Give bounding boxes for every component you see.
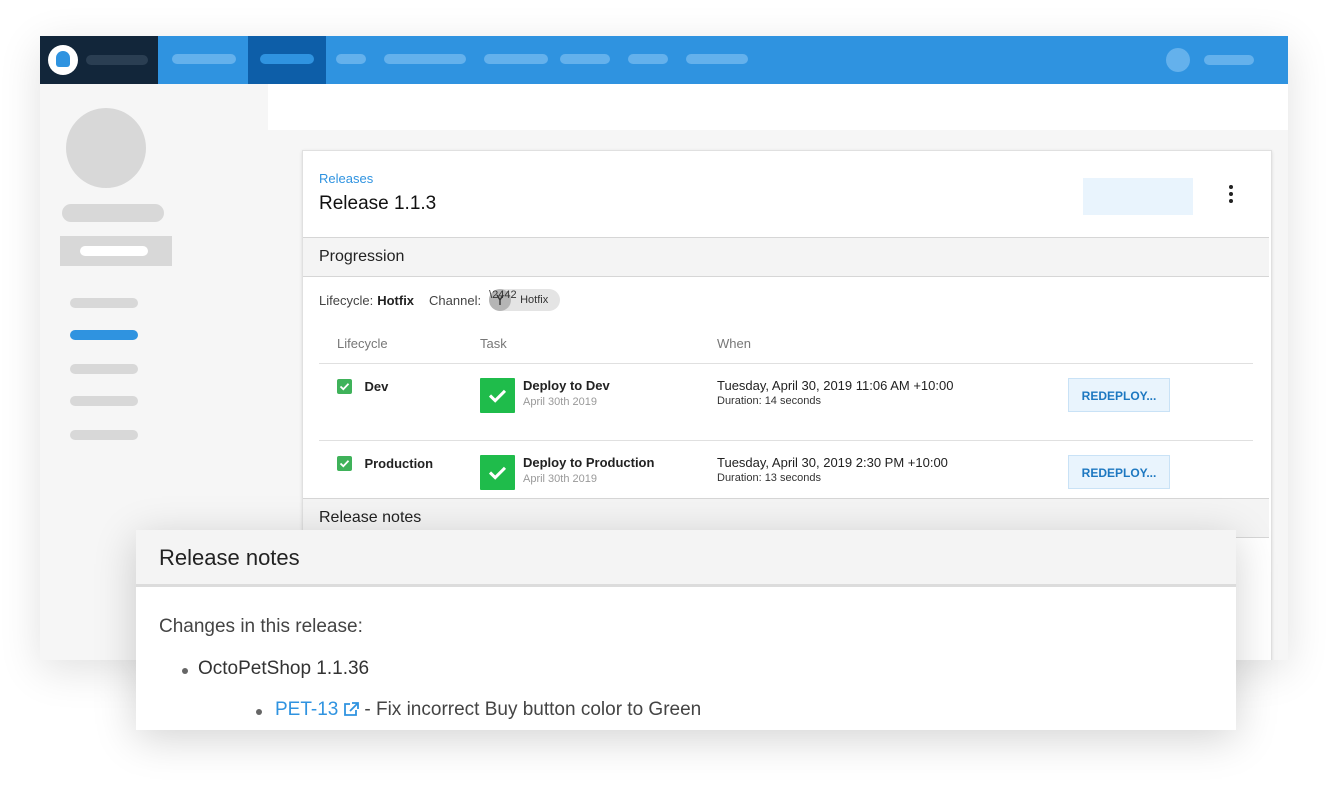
task-title[interactable]: Deploy to Production	[523, 455, 717, 470]
lifecycle-label: Lifecycle:	[319, 292, 374, 308]
space-selector-placeholder[interactable]	[86, 55, 148, 65]
table-header-row: Lifecycle Task When	[319, 323, 1253, 364]
deployment-duration: Duration: 14 seconds	[717, 395, 821, 407]
nav-item-7[interactable]	[628, 54, 668, 64]
task-date: April 30th 2019	[523, 473, 597, 485]
nav-item-4[interactable]	[384, 54, 466, 64]
project-name-placeholder	[62, 204, 164, 222]
task-success-icon	[480, 455, 515, 490]
octopus-logo-icon	[48, 45, 78, 75]
deployment-duration: Duration: 13 seconds	[717, 472, 821, 484]
task-cell[interactable]: Deploy to Dev April 30th 2019	[480, 363, 717, 441]
external-link-icon[interactable]	[342, 701, 360, 723]
nav-item-active[interactable]	[260, 54, 314, 64]
sidebar-item-1[interactable]	[70, 298, 138, 308]
sidebar-item-5[interactable]	[70, 430, 138, 440]
main-header-area	[268, 84, 1288, 130]
sidebar-item-3[interactable]	[70, 364, 138, 374]
table-row: Dev Deploy to Dev April 30th 2019 Tuesda…	[319, 363, 1253, 441]
release-notes-zoom-heading: Release notes	[159, 545, 300, 570]
environment-cell: Dev	[319, 363, 480, 441]
sidebar-item-active[interactable]	[70, 330, 138, 340]
redeploy-button[interactable]: REDEPLOY...	[1068, 378, 1170, 412]
progression-heading: Progression	[319, 248, 405, 265]
release-notes-zoom-header: Release notes	[136, 530, 1236, 587]
environment-name: Dev	[364, 379, 389, 395]
channel-label: Channel:	[429, 292, 482, 308]
user-avatar[interactable]	[1166, 48, 1190, 72]
task-title[interactable]: Deploy to Dev	[523, 378, 717, 393]
redeploy-button[interactable]: REDEPLOY...	[1068, 455, 1170, 489]
project-switch-button[interactable]	[60, 236, 172, 266]
more-vert-icon[interactable]	[1223, 185, 1239, 209]
issue-list-item: PET-13 - Fix incorrect Buy button color t…	[255, 699, 702, 723]
breadcrumb-releases[interactable]: Releases	[319, 171, 373, 186]
nav-item-1[interactable]	[172, 54, 236, 64]
package-list-item: OctoPetShop 1.1.36	[181, 658, 370, 679]
lifecycle-channel-line: Lifecycle: Hotfix Channel: Hotfix	[319, 289, 561, 311]
lifecycle-value: Hotfix	[377, 292, 415, 308]
check-icon	[337, 456, 352, 472]
check-icon	[337, 379, 352, 395]
channel-value: Hotfix	[520, 294, 549, 306]
column-header-actions	[1068, 323, 1253, 364]
issue-description: - Fix incorrect Buy button color to Gree…	[364, 699, 702, 720]
release-notes-zoom-panel: Release notes Changes in this release: O…	[136, 530, 1236, 730]
primary-action-button-placeholder[interactable]	[1083, 178, 1193, 215]
task-date: April 30th 2019	[523, 396, 597, 408]
logo-area[interactable]	[40, 36, 158, 84]
column-header-task: Task	[480, 323, 717, 364]
channel-chip[interactable]: Hotfix	[489, 289, 561, 311]
user-name-placeholder[interactable]	[1204, 55, 1254, 65]
nav-item-3[interactable]	[336, 54, 366, 64]
project-logo	[66, 108, 146, 188]
nav-item-6[interactable]	[560, 54, 610, 64]
top-navbar	[40, 36, 1288, 84]
deployment-timestamp: Tuesday, April 30, 2019 11:06 AM +10:00	[717, 378, 954, 393]
page-title: Release 1.1.3	[319, 193, 437, 214]
release-notes-heading: Release notes	[319, 509, 422, 526]
environment-name: Production	[364, 456, 434, 472]
nav-item-5[interactable]	[484, 54, 548, 64]
column-header-when: When	[717, 323, 1068, 364]
sidebar-item-4[interactable]	[70, 396, 138, 406]
when-cell: Tuesday, April 30, 2019 11:06 AM +10:00 …	[717, 363, 1068, 441]
progression-header: Progression	[303, 237, 1269, 277]
branch-icon	[489, 289, 512, 311]
release-notes-intro: Changes in this release:	[159, 616, 363, 637]
issue-link[interactable]: PET-13	[275, 699, 338, 720]
progression-table: Lifecycle Task When Dev Deploy to Dev Ap…	[319, 323, 1253, 518]
nav-item-8[interactable]	[686, 54, 748, 64]
deployment-timestamp: Tuesday, April 30, 2019 2:30 PM +10:00	[717, 455, 948, 470]
column-header-lifecycle: Lifecycle	[319, 323, 480, 364]
task-success-icon	[480, 378, 515, 413]
action-cell: REDEPLOY...	[1068, 363, 1253, 441]
